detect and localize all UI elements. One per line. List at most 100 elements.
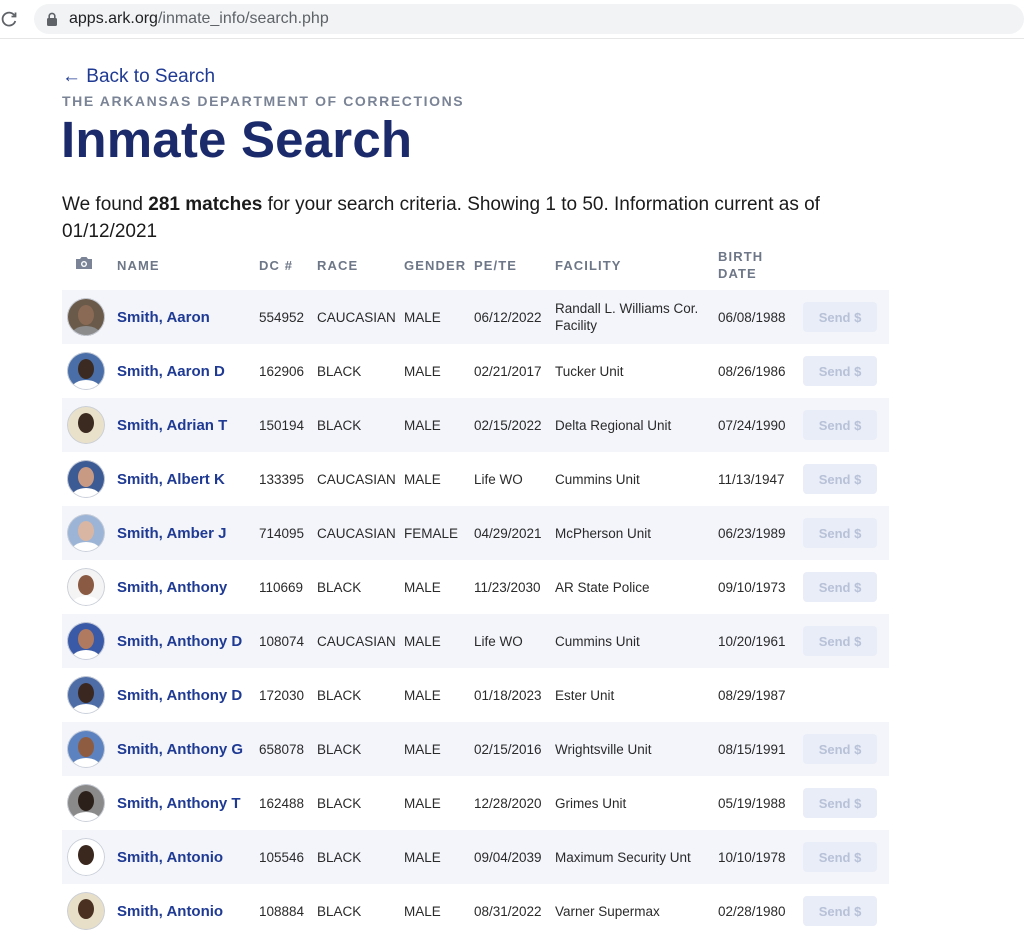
inmate-photo[interactable] <box>67 298 105 336</box>
table-row[interactable]: Smith, Albert K 133395 CAUCASIAN MALE Life W… <box>62 452 889 506</box>
race-cell: BLACK <box>317 776 404 830</box>
table-row[interactable]: Smith, Anthony D 108074 CAUCASIAN MALE Life … <box>62 614 889 668</box>
results-table: NAME DC # RACE GENDER PE/TE FACILITY BIR… <box>62 240 889 938</box>
birth-date-cell: 09/10/1973 <box>718 560 803 614</box>
inmate-photo[interactable] <box>67 460 105 498</box>
table-row[interactable]: Smith, Anthony 110669 BLACK MALE 11/23/2030 A… <box>62 560 889 614</box>
birth-date-cell: 08/26/1986 <box>718 344 803 398</box>
gender-cell: MALE <box>404 560 474 614</box>
pete-cell: Life WO <box>474 614 555 668</box>
send-money-button[interactable]: Send $ <box>803 410 877 440</box>
send-money-button[interactable]: Send $ <box>803 896 877 926</box>
inmate-photo[interactable] <box>67 892 105 930</box>
gender-cell: MALE <box>404 884 474 938</box>
inmate-name-link[interactable]: Smith, Anthony <box>117 579 227 596</box>
inmate-name-link[interactable]: Smith, Anthony D <box>117 633 242 650</box>
send-money-button[interactable]: Send $ <box>803 356 877 386</box>
facility-cell: Ester Unit <box>555 668 718 722</box>
inmate-name-link[interactable]: Smith, Antonio <box>117 849 223 866</box>
inmate-photo[interactable] <box>67 568 105 606</box>
pete-cell: 01/18/2023 <box>474 668 555 722</box>
inmate-photo[interactable] <box>67 406 105 444</box>
birth-date-cell: 06/08/1988 <box>718 290 803 344</box>
send-money-button[interactable]: Send $ <box>803 842 877 872</box>
send-money-button[interactable]: Send $ <box>803 788 877 818</box>
column-header-gender[interactable]: GENDER <box>404 240 474 290</box>
back-to-search-link[interactable]: ← Back to Search <box>62 66 215 88</box>
photo-cell <box>62 614 117 668</box>
table-row[interactable]: Smith, Aaron D 162906 BLACK MALE 02/21/2017 T… <box>62 344 889 398</box>
column-header-pete[interactable]: PE/TE <box>474 240 555 290</box>
table-row[interactable]: Smith, Aaron 554952 CAUCASIAN MALE 06/12/202… <box>62 290 889 344</box>
name-cell: Smith, Aaron <box>117 290 259 344</box>
send-cell: Send $ <box>803 506 889 560</box>
browser-bar: apps.ark.org/inmate_info/search.php <box>0 0 1024 39</box>
inmate-photo[interactable] <box>67 730 105 768</box>
table-header-row: NAME DC # RACE GENDER PE/TE FACILITY BIR… <box>62 240 889 290</box>
pete-cell: 02/15/2022 <box>474 398 555 452</box>
name-cell: Smith, Antonio <box>117 884 259 938</box>
send-cell: Send $ <box>803 722 889 776</box>
inmate-photo[interactable] <box>67 514 105 552</box>
send-money-button[interactable]: Send $ <box>803 572 877 602</box>
facility-cell: Randall L. Williams Cor. Facility <box>555 290 718 344</box>
send-cell: Send $ <box>803 830 889 884</box>
table-row[interactable]: Smith, Adrian T 150194 BLACK MALE 02/15/2022… <box>62 398 889 452</box>
reload-icon[interactable] <box>0 10 18 28</box>
inmate-photo[interactable] <box>67 622 105 660</box>
table-row[interactable]: Smith, Anthony D 172030 BLACK MALE 01/18/202… <box>62 668 889 722</box>
send-cell <box>803 668 889 722</box>
gender-cell: MALE <box>404 290 474 344</box>
column-header-birth-date[interactable]: BIRTH DATE <box>718 240 803 290</box>
inmate-name-link[interactable]: Smith, Albert K <box>117 471 225 488</box>
column-header-race[interactable]: RACE <box>317 240 404 290</box>
pete-cell: 02/15/2016 <box>474 722 555 776</box>
send-cell: Send $ <box>803 344 889 398</box>
inmate-name-link[interactable]: Smith, Aaron <box>117 309 210 326</box>
inmate-name-link[interactable]: Smith, Aaron D <box>117 363 225 380</box>
inmate-photo[interactable] <box>67 784 105 822</box>
pete-cell: 09/04/2039 <box>474 830 555 884</box>
inmate-name-link[interactable]: Smith, Anthony G <box>117 741 243 758</box>
birth-date-cell: 08/29/1987 <box>718 668 803 722</box>
table-row[interactable]: Smith, Antonio 108884 BLACK MALE 08/31/2022 V… <box>62 884 889 938</box>
table-row[interactable]: Smith, Antonio 105546 BLACK MALE 09/04/2039 M… <box>62 830 889 884</box>
name-cell: Smith, Adrian T <box>117 398 259 452</box>
send-money-button[interactable]: Send $ <box>803 626 877 656</box>
race-cell: CAUCASIAN <box>317 452 404 506</box>
race-cell: BLACK <box>317 830 404 884</box>
name-cell: Smith, Anthony G <box>117 722 259 776</box>
column-header-dc[interactable]: DC # <box>259 240 317 290</box>
inmate-name-link[interactable]: Smith, Adrian T <box>117 417 227 434</box>
pete-cell: 02/21/2017 <box>474 344 555 398</box>
send-money-button[interactable]: Send $ <box>803 518 877 548</box>
inmate-name-link[interactable]: Smith, Anthony D <box>117 687 242 704</box>
address-bar[interactable]: apps.ark.org/inmate_info/search.php <box>34 4 1024 34</box>
table-row[interactable]: Smith, Anthony T 162488 BLACK MALE 12/28/202… <box>62 776 889 830</box>
send-money-button[interactable]: Send $ <box>803 464 877 494</box>
facility-cell: Maximum Security Unt <box>555 830 718 884</box>
inmate-name-link[interactable]: Smith, Antonio <box>117 903 223 920</box>
column-header-facility[interactable]: FACILITY <box>555 240 718 290</box>
inmate-name-link[interactable]: Smith, Anthony T <box>117 795 241 812</box>
table-row[interactable]: Smith, Anthony G 658078 BLACK MALE 02/15/201… <box>62 722 889 776</box>
facility-cell: AR State Police <box>555 560 718 614</box>
dc-number-cell: 110669 <box>259 560 317 614</box>
name-cell: Smith, Anthony D <box>117 614 259 668</box>
pete-cell: 12/28/2020 <box>474 776 555 830</box>
inmate-photo[interactable] <box>67 352 105 390</box>
send-money-button[interactable]: Send $ <box>803 734 877 764</box>
photo-cell <box>62 344 117 398</box>
table-row[interactable]: Smith, Amber J 714095 CAUCASIAN FEMALE 04/29… <box>62 506 889 560</box>
photo-cell <box>62 830 117 884</box>
inmate-photo[interactable] <box>67 676 105 714</box>
name-cell: Smith, Anthony <box>117 560 259 614</box>
pete-cell: Life WO <box>474 452 555 506</box>
camera-icon <box>76 257 92 269</box>
dc-number-cell: 105546 <box>259 830 317 884</box>
column-header-name[interactable]: NAME <box>117 240 259 290</box>
inmate-name-link[interactable]: Smith, Amber J <box>117 525 226 542</box>
photo-cell <box>62 884 117 938</box>
send-money-button[interactable]: Send $ <box>803 302 877 332</box>
inmate-photo[interactable] <box>67 838 105 876</box>
